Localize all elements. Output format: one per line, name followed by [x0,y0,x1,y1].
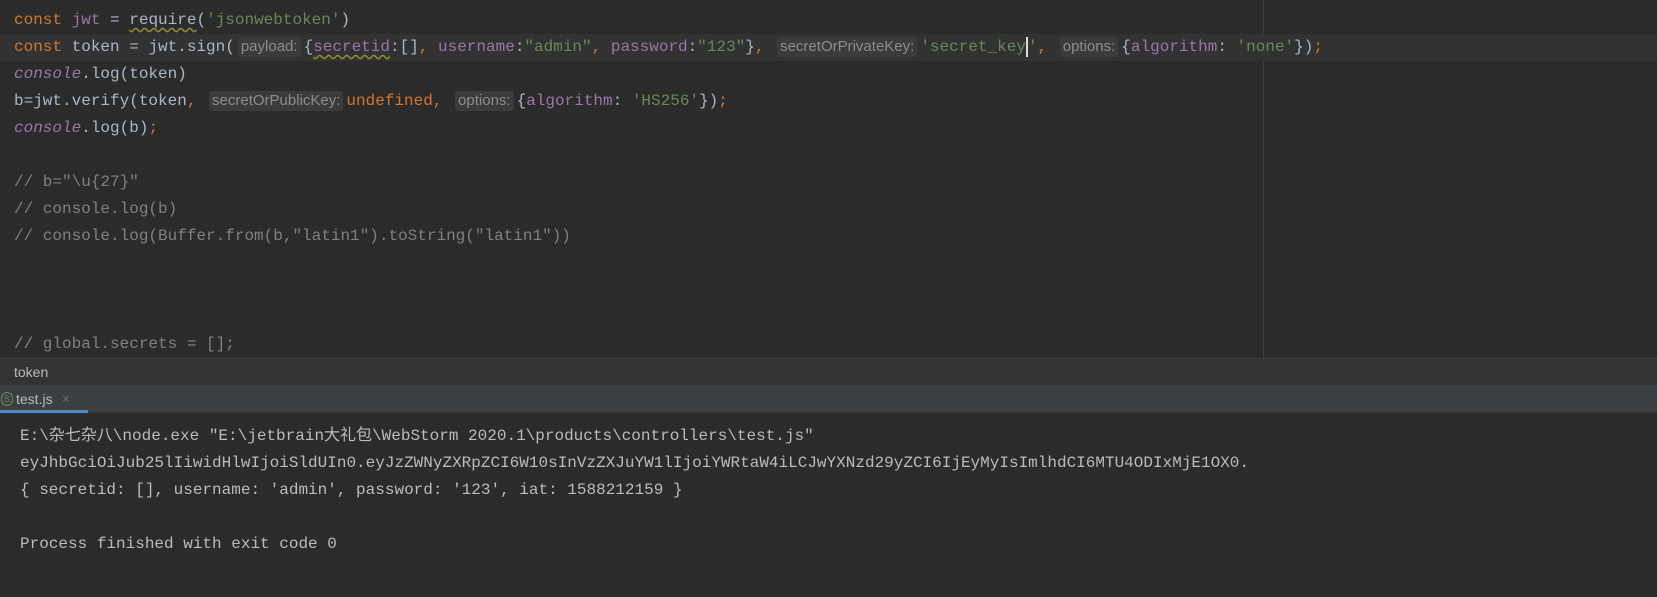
code-token: { [1121,38,1131,56]
console-line: E:\杂七杂八\node.exe "E:\jetbrain大礼包\WebStor… [20,427,814,445]
code-line[interactable]: // global.secrets = []; [0,331,1657,358]
code-line[interactable] [0,304,1657,331]
code-token: // console.log(Buffer.from(b,"latin1").t… [14,227,571,245]
code-token: }) [1294,38,1314,56]
code-token: , [186,92,207,110]
code-token: ' [1027,38,1038,56]
code-token: const [14,38,72,56]
code-token: : [612,92,632,110]
code-token: algorithm [1130,38,1218,56]
parameter-hint: options: [455,91,514,111]
code-token: undefined [346,92,433,110]
close-icon[interactable]: × [62,385,70,413]
parameter-hint: secretOrPrivateKey: [777,37,918,57]
code-token: :[] [389,38,419,56]
run-tab-test-js[interactable]: S test.js × [0,385,88,413]
parameter-hint: options: [1059,37,1119,57]
code-token: b=jwt.verify(token [14,92,187,110]
code-line[interactable] [0,250,1657,277]
code-token: console [14,119,82,137]
code-token: console [14,65,82,83]
code-line[interactable]: // console.log(b) [0,196,1657,223]
code-line[interactable]: b=jwt.verify(token, secretOrPublicKey: un… [0,88,1657,115]
code-token: }) [699,92,719,110]
code-token: ; [718,92,728,110]
code-token: jwt [71,11,101,29]
code-token: algorithm [526,92,613,110]
code-token: ; [1313,38,1323,56]
run-tab-bar: S test.js × [0,385,1657,413]
code-line[interactable]: console.log(b); [0,115,1657,142]
code-token: secretid [313,38,390,56]
code-token: password [610,38,688,56]
run-console-output[interactable]: E:\杂七杂八\node.exe "E:\jetbrain大礼包\WebStor… [0,413,1657,597]
code-token: 'jsonwebtoken' [206,11,341,29]
code-line[interactable]: // b="\u{27}" [0,169,1657,196]
code-token: ) [340,11,351,29]
code-token: require [129,11,197,29]
breadcrumb[interactable]: token [0,358,1657,385]
code-token: token = jwt.sign( [71,38,235,56]
code-token: { [516,92,527,110]
code-token: : [687,38,698,56]
code-token: 'secret_key [920,38,1026,56]
console-line: { secretid: [], username: 'admin', passw… [20,481,683,499]
code-token: , [591,38,611,56]
code-token: , [432,92,453,110]
code-token: ; [148,119,159,137]
code-token: .log(token) [81,65,187,83]
code-token: .log(b) [81,119,149,137]
code-line[interactable]: // console.log(Buffer.from(b,"latin1").t… [0,223,1657,250]
code-token: : [514,38,525,56]
code-token: const [14,11,72,29]
code-editor[interactable]: const jwt = require('jsonwebtoken') const… [0,0,1657,358]
code-line[interactable]: const jwt = require('jsonwebtoken') [0,7,1657,34]
console-line: Process finished with exit code 0 [20,535,337,553]
console-line: eyJhbGciOiJub25lIiwidHlwIjoiSldUIn0.eyJz… [20,454,1249,472]
code-token: // global.secrets = []; [14,335,235,353]
run-tab-label: test.js [16,391,53,407]
code-token: // console.log(b) [14,200,178,218]
code-token: ( [196,11,207,29]
code-token: , [1037,38,1057,56]
code-token: = [100,11,130,29]
code-token: 'HS256' [631,92,700,110]
parameter-hint: payload: [237,37,301,57]
code-token: 'none' [1236,38,1295,56]
code-line[interactable] [0,142,1657,169]
code-line[interactable]: console.log(token) [0,61,1657,88]
code-token: { [303,38,314,56]
code-token: username [438,38,515,56]
code-line[interactable] [0,277,1657,304]
code-token: } [745,38,755,56]
code-token: , [754,38,775,56]
parameter-hint: secretOrPublicKey: [209,91,344,111]
code-token: : [1217,38,1237,56]
nodejs-icon: S [1,392,13,406]
code-token: // b="\u{27}" [14,173,139,191]
code-token: "admin" [524,38,592,56]
code-token: "123" [697,38,746,56]
code-line[interactable]: const token = jwt.sign(payload: {secretid… [0,34,1657,61]
code-token: , [418,38,438,56]
